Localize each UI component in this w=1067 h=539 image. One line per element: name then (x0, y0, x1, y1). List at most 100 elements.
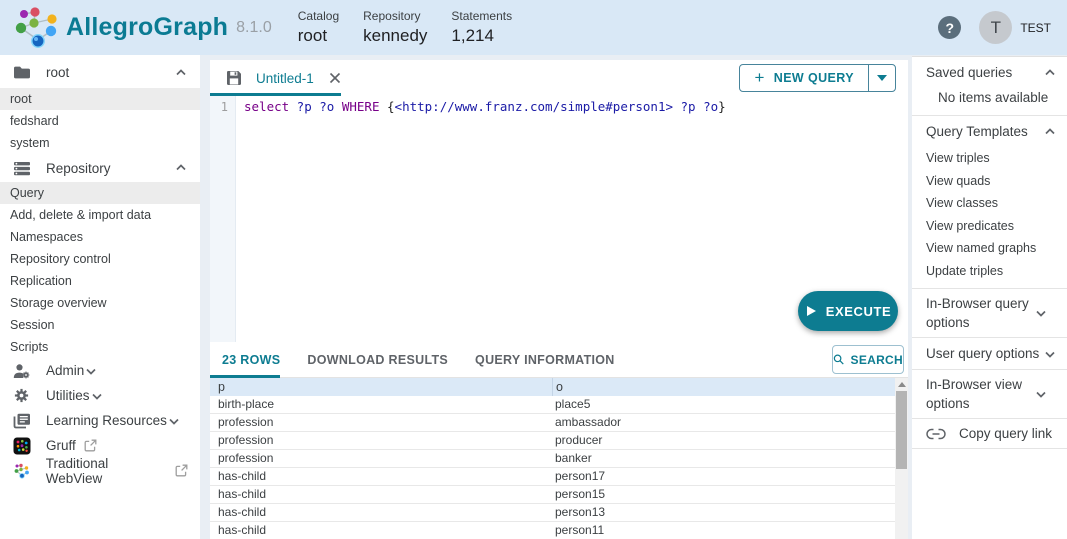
repository-info: Repository kennedy (363, 9, 427, 46)
execute-label: EXECUTE (826, 304, 892, 319)
top-header: AllegroGraph 8.1.0 Catalog root Reposito… (0, 0, 1067, 55)
line-number: 1 (221, 100, 228, 114)
template-view-predicates[interactable]: View predicates (912, 215, 1067, 238)
sidebar-item-namespaces[interactable]: Namespaces (0, 226, 200, 248)
user-query-options-label: User query options (926, 344, 1043, 363)
allegrograph-webview: AllegroGraph 8.1.0 Catalog root Reposito… (0, 0, 1067, 539)
execute-button[interactable]: EXECUTE (798, 291, 898, 331)
cell-o: person17 (552, 468, 895, 485)
cell-p: profession (210, 432, 552, 449)
saved-queries-empty: No items available (912, 88, 1067, 115)
table-row: has-child person15 (210, 486, 895, 504)
chevron-up-icon (174, 161, 188, 175)
sidebar-item-scripts[interactable]: Scripts (0, 336, 200, 358)
tab-rows[interactable]: 23 ROWS (222, 353, 280, 367)
section-in-browser-view-options[interactable]: In-Browser view options (912, 370, 1067, 418)
external-link-icon (84, 439, 97, 452)
search-label: SEARCH (851, 353, 903, 367)
caret-down-icon (877, 75, 887, 81)
sidebar-item-root[interactable]: root (0, 88, 200, 110)
sidebar-section-learning[interactable]: Learning Resources (0, 408, 200, 433)
gruff-icon (13, 437, 32, 455)
scrollbar-thumb[interactable] (896, 391, 907, 469)
query-tabbar: Untitled-1 + NEW QUERY (210, 60, 908, 96)
sidebar-item-replication[interactable]: Replication (0, 270, 200, 292)
cell-p: has-child (210, 522, 552, 539)
chevron-down-icon (1034, 306, 1048, 320)
column-header-p: p (210, 378, 552, 396)
table-row: has-child person17 (210, 468, 895, 486)
sidebar-item-fedshard[interactable]: fedshard (0, 110, 200, 132)
new-query-button[interactable]: + NEW QUERY (739, 64, 896, 92)
token-uri: <http://www.franz.com/simple#person1> (395, 99, 673, 114)
sidebar-section-repository[interactable]: Repository (0, 154, 200, 182)
table-row: has-child person13 (210, 504, 895, 522)
sidebar-section-admin[interactable]: Admin (0, 358, 200, 383)
scrollbar-up-button[interactable] (895, 378, 908, 391)
help-icon[interactable]: ? (938, 16, 961, 39)
token-vars-a: ?p ?o (289, 99, 342, 114)
cell-p: has-child (210, 468, 552, 485)
avatar[interactable]: T (979, 11, 1012, 44)
section-saved-queries[interactable]: Saved queries (912, 57, 1067, 88)
traditional-webview-label: Traditional WebView (46, 456, 167, 486)
catalog-value: root (298, 26, 339, 46)
right-sidebar: Saved queries No items available Query T… (912, 56, 1067, 539)
cell-p: birth-place (210, 396, 552, 413)
query-tab-untitled-1[interactable]: Untitled-1 (210, 69, 342, 87)
catalog-info: Catalog root (298, 9, 339, 46)
sidebar-section-catalog[interactable]: root (0, 57, 200, 88)
catalog-label: Catalog (298, 9, 339, 23)
query-panel: Untitled-1 + NEW QUERY 1 select ?p ?o (210, 60, 908, 539)
sidebar-item-add-delete-import[interactable]: Add, delete & import data (0, 204, 200, 226)
copy-query-link-button[interactable]: Copy query link (912, 419, 1067, 448)
cell-o: place5 (552, 396, 895, 413)
table-row: profession producer (210, 432, 895, 450)
tab-download-results[interactable]: DOWNLOAD RESULTS (307, 353, 448, 367)
table-row: birth-place place5 (210, 396, 895, 414)
chevron-down-icon (1043, 347, 1057, 361)
close-icon[interactable] (328, 71, 342, 85)
new-query-dropdown[interactable] (868, 65, 895, 91)
sidebar-item-storage-overview[interactable]: Storage overview (0, 292, 200, 314)
repository-label: Repository (363, 9, 427, 23)
cell-o: producer (552, 432, 895, 449)
tab-query-information[interactable]: QUERY INFORMATION (475, 353, 615, 367)
token-select: select (244, 99, 289, 114)
template-view-named-graphs[interactable]: View named graphs (912, 237, 1067, 260)
sidebar-item-system[interactable]: system (0, 132, 200, 154)
in-browser-view-options-label: In-Browser view options (926, 375, 1034, 413)
section-in-browser-query-options[interactable]: In-Browser query options (912, 289, 1067, 337)
query-tab-title: Untitled-1 (256, 71, 314, 86)
cell-o: person11 (552, 522, 895, 539)
external-link-icon (175, 464, 188, 477)
search-button[interactable]: SEARCH (832, 345, 904, 374)
template-view-triples[interactable]: View triples (912, 147, 1067, 170)
sidebar-item-repository-control[interactable]: Repository control (0, 248, 200, 270)
template-update-triples[interactable]: Update triples (912, 260, 1067, 283)
sidebar-link-traditional-webview[interactable]: Traditional WebView (0, 458, 200, 483)
cell-p: profession (210, 414, 552, 431)
sidebar-item-query[interactable]: Query (0, 182, 200, 204)
section-user-query-options[interactable]: User query options (912, 338, 1067, 369)
admin-label: Admin (46, 363, 84, 378)
sidebar-section-utilities[interactable]: Utilities (0, 383, 200, 408)
sidebar-link-gruff[interactable]: Gruff (0, 433, 200, 458)
chevron-up-icon (174, 66, 188, 80)
section-query-templates[interactable]: Query Templates (912, 116, 1067, 147)
app-name: AllegroGraph (66, 13, 228, 42)
cell-o: person15 (552, 486, 895, 503)
template-view-quads[interactable]: View quads (912, 170, 1067, 193)
save-icon[interactable] (225, 69, 243, 87)
triangle-up-icon (898, 382, 906, 387)
catalog-section-label: root (46, 65, 174, 80)
results-table-header: p o (210, 378, 895, 396)
results-scrollbar[interactable] (895, 378, 908, 539)
sidebar-item-session[interactable]: Session (0, 314, 200, 336)
app-version: 8.1.0 (236, 19, 272, 37)
new-query-main[interactable]: + NEW QUERY (740, 65, 868, 91)
template-view-classes[interactable]: View classes (912, 192, 1067, 215)
table-row: has-child person11 (210, 522, 895, 539)
in-browser-query-options-label: In-Browser query options (926, 294, 1034, 332)
app-logo[interactable]: AllegroGraph 8.1.0 (12, 6, 272, 50)
